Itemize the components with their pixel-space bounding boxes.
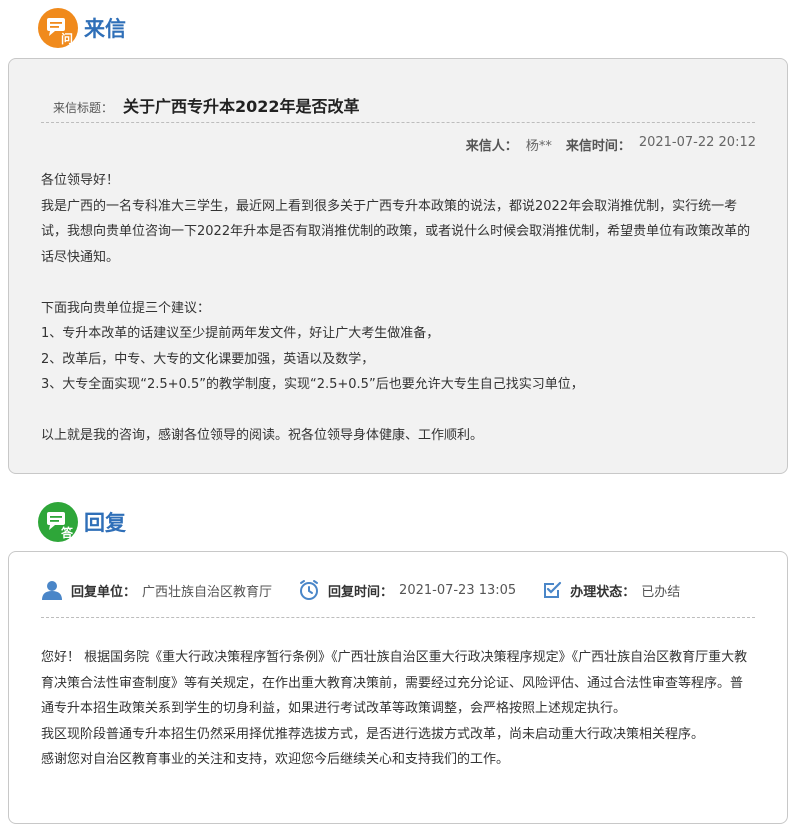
letter-question-icon: 问 xyxy=(38,8,78,48)
letter-paragraph: 以上就是我的咨询，感谢各位领导的阅读。祝各位领导身体健康、工作顺利。 xyxy=(41,428,484,443)
letter-subject-row: 来信标题： 关于广西专升本2022年是否改革 xyxy=(53,93,360,117)
reply-divider xyxy=(41,617,755,618)
letter-time: 2021-07-22 20:12 xyxy=(638,135,756,150)
reply-status-label: 办理状态： xyxy=(570,584,636,600)
checkbox-icon xyxy=(544,581,562,598)
letter-badge-glyph: 问 xyxy=(61,31,73,46)
letter-paragraph: 各位领导好！ xyxy=(41,173,120,188)
letter-meta-row: 来信人： 杨** 来信时间： 2021-07-22 20:12 xyxy=(466,135,756,154)
reply-time-label: 回复时间： xyxy=(328,584,394,600)
letter-paragraph: 我是广西的一名专科准大三学生，最近网上看到很多关于广西专升本政策的说法，都说20… xyxy=(41,198,751,265)
sender-name: 杨** xyxy=(525,139,552,154)
reply-unit-item: 回复单位： 广西壮族自治区教育厅 xyxy=(41,580,272,600)
user-icon xyxy=(42,581,62,600)
letter-paragraph: 下面我向贵单位提三个建议： xyxy=(41,300,211,316)
letter-section-title: 来信 xyxy=(84,16,126,41)
reply-paragraph: 感谢您对自治区教育事业的关注和支持，欢迎您今后继续关心和支持我们的工作。 xyxy=(41,752,510,767)
reply-paragraph: 我区现阶段普通专升本招生仍然采用择优推荐选拔方式，是否进行选拔方式改革，尚未启动… xyxy=(41,726,705,742)
reply-status: 已办结 xyxy=(641,584,681,600)
letter-card: 来信标题： 关于广西专升本2022年是否改革 来信人： 杨** 来信时间： 20… xyxy=(8,58,788,474)
letter-subject: 关于广西专升本2022年是否改革 xyxy=(123,97,360,116)
letter-paragraph xyxy=(41,270,755,296)
reply-section-title: 回复 xyxy=(84,510,126,535)
letter-divider xyxy=(41,122,755,123)
reply-body: 您好！ 根据国务院《重大行政决策程序暂行条例》《广西壮族自治区重大行政决策程序规… xyxy=(41,645,755,773)
reply-unit: 广西壮族自治区教育厅 xyxy=(142,584,273,600)
reply-badge-glyph: 答 xyxy=(61,525,74,540)
sender-label: 来信人： xyxy=(465,139,518,154)
reply-time: 2021-07-23 13:05 xyxy=(399,582,517,598)
reply-time-item: 回复时间： 2021-07-23 13:05 xyxy=(298,579,516,601)
reply-meta-row: 回复单位： 广西壮族自治区教育厅 回复时间： 2021-07-23 13:05 … xyxy=(41,579,706,601)
reply-card: 回复单位： 广西壮族自治区教育厅 回复时间： 2021-07-23 13:05 … xyxy=(8,551,788,824)
letter-section-heading: 问 来信 xyxy=(38,8,126,48)
letter-paragraph: 2、改革后，中专、大专的文化课要加强，英语以及数学， xyxy=(41,351,375,367)
letter-time-label: 来信时间： xyxy=(565,139,631,154)
letter-paragraph: 1、专升本改革的话建议至少提前两年发文件，好让广大考生做准备， xyxy=(41,326,440,341)
reply-unit-label: 回复单位： xyxy=(71,584,137,600)
letter-body: 各位领导好！ 我是广西的一名专科准大三学生，最近网上看到很多关于广西专升本政策的… xyxy=(41,168,755,449)
letter-paragraph xyxy=(41,398,755,424)
reply-paragraph: 您好！ 根据国务院《重大行政决策程序暂行条例》《广西壮族自治区重大行政决策程序规… xyxy=(41,650,748,716)
reply-section-heading: 答 回复 xyxy=(38,502,126,542)
reply-status-item: 办理状态： 已办结 xyxy=(542,580,680,600)
letter-paragraph: 3、大专全面实现“2.5+0.5”的教学制度，实现“2.5+0.5”后也要允许大… xyxy=(41,377,584,392)
subject-label: 来信标题： xyxy=(53,101,114,115)
reply-answer-icon: 答 xyxy=(38,502,78,542)
clock-icon xyxy=(300,580,319,600)
